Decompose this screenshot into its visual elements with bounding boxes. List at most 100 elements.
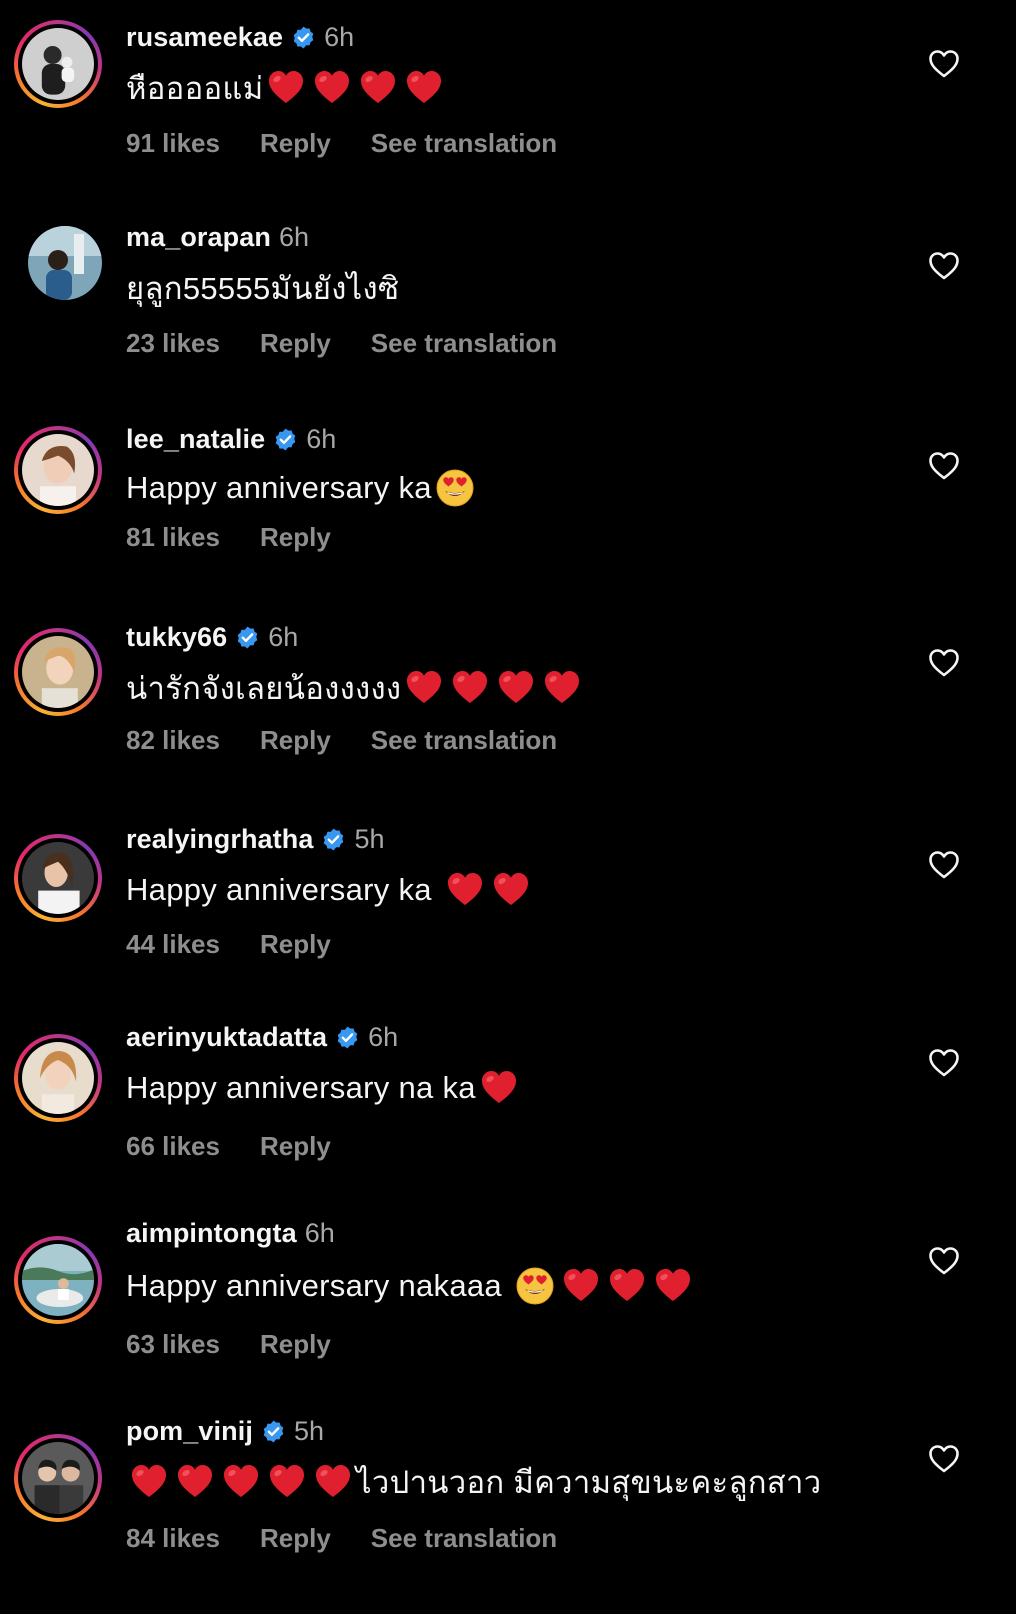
red-heart-emoji — [653, 1266, 693, 1306]
avatar[interactable] — [14, 426, 102, 514]
reply-button[interactable]: Reply — [260, 1329, 331, 1360]
comment-body: Happy anniversary ka — [126, 470, 432, 505]
likes-count[interactable]: 66 likes — [126, 1131, 220, 1162]
verified-badge-icon — [273, 427, 298, 452]
reply-button[interactable]: Reply — [260, 1131, 331, 1162]
avatar[interactable] — [14, 1434, 102, 1522]
verified-badge-icon — [235, 625, 260, 650]
comment-text: Happy anniversary ka — [126, 868, 534, 912]
likes-count[interactable]: 91 likes — [126, 128, 220, 159]
likes-count[interactable]: 82 likes — [126, 725, 220, 756]
comment-time: 6h — [368, 1021, 399, 1052]
red-heart-emoji — [175, 1462, 215, 1502]
like-heart-icon[interactable] — [928, 1048, 960, 1078]
red-heart-emoji — [221, 1462, 261, 1502]
heart-eyes-emoji — [515, 1266, 555, 1306]
comment-time: 5h — [354, 823, 385, 854]
comment-meta: 63 likes Reply — [126, 1328, 371, 1360]
comment-header: aerinyuktadatta 6h — [126, 1020, 398, 1054]
username[interactable]: aerinyuktadatta — [126, 1022, 327, 1053]
comment-meta: 66 likes Reply — [126, 1130, 371, 1162]
comment-item: aimpintongta 6h Happy anniversary nakaaa… — [0, 1218, 1016, 1412]
like-heart-icon[interactable] — [928, 451, 960, 481]
comment-item: tukky66 6h น่ารักจังเลยน้องงงงง 82 likes… — [0, 610, 1016, 800]
like-heart-icon[interactable] — [928, 648, 960, 678]
verified-badge-icon — [261, 1419, 286, 1444]
reply-button[interactable]: Reply — [260, 328, 331, 359]
avatar[interactable] — [14, 834, 102, 922]
like-heart-icon[interactable] — [928, 49, 960, 79]
comment-meta: 84 likes Reply See translation — [126, 1522, 597, 1554]
username[interactable]: rusameekae — [126, 22, 283, 53]
comment-header: ma_orapan 6h — [126, 220, 309, 254]
username[interactable]: realyingrhatha — [126, 824, 313, 855]
likes-count[interactable]: 81 likes — [126, 522, 220, 553]
comment-item: realyingrhatha 5h Happy anniversary ka 4… — [0, 816, 1016, 1006]
comment-body: Happy anniversary nakaaa — [126, 1268, 502, 1303]
red-heart-emoji — [542, 668, 582, 708]
comment-header: aimpintongta 6h — [126, 1216, 335, 1250]
heart-eyes-emoji — [435, 468, 475, 508]
comment-header: tukky66 6h — [126, 620, 298, 654]
comment-body: Happy anniversary ka — [126, 872, 432, 907]
likes-count[interactable]: 84 likes — [126, 1523, 220, 1554]
reply-button[interactable]: Reply — [260, 522, 331, 553]
verified-badge-icon — [335, 1025, 360, 1050]
avatar[interactable] — [14, 628, 102, 716]
red-heart-emoji — [404, 668, 444, 708]
likes-count[interactable]: 63 likes — [126, 1329, 220, 1360]
see-translation-button[interactable]: See translation — [371, 1523, 557, 1554]
see-translation-button[interactable]: See translation — [371, 128, 557, 159]
comment-item: pom_vinij 5h ไวปานวอก มีความสุขนะคะลูกสา… — [0, 1416, 1016, 1614]
red-heart-emoji — [358, 68, 398, 108]
red-heart-emoji — [312, 68, 352, 108]
avatar[interactable] — [14, 20, 102, 108]
red-heart-emoji — [313, 1462, 353, 1502]
comment-header: lee_natalie 6h — [126, 422, 336, 456]
reply-button[interactable]: Reply — [260, 1523, 331, 1554]
red-heart-emoji — [479, 1068, 519, 1108]
likes-count[interactable]: 23 likes — [126, 328, 220, 359]
comment-meta: 91 likes Reply See translation — [126, 127, 597, 159]
comment-meta: 82 likes Reply See translation — [126, 724, 597, 756]
like-heart-icon[interactable] — [928, 251, 960, 281]
comment-text: น่ารักจังเลยน้องงงงง — [126, 666, 585, 710]
username[interactable]: tukky66 — [126, 622, 227, 653]
reply-button[interactable]: Reply — [260, 128, 331, 159]
comment-meta: 44 likes Reply — [126, 928, 371, 960]
like-heart-icon[interactable] — [928, 850, 960, 880]
comment-header: rusameekae 6h — [126, 20, 354, 54]
like-heart-icon[interactable] — [928, 1246, 960, 1276]
username[interactable]: aimpintongta — [126, 1218, 297, 1249]
reply-button[interactable]: Reply — [260, 725, 331, 756]
see-translation-button[interactable]: See translation — [371, 328, 557, 359]
red-heart-emoji — [561, 1266, 601, 1306]
comment-time: 6h — [278, 221, 310, 252]
comment-text: หืออออแม่ — [126, 66, 447, 110]
avatar[interactable] — [14, 1236, 102, 1324]
red-heart-emoji — [266, 68, 306, 108]
comment-time: 6h — [324, 21, 355, 52]
comment-time: 6h — [306, 423, 337, 454]
verified-badge-icon — [291, 25, 316, 50]
reply-button[interactable]: Reply — [260, 929, 331, 960]
verified-badge-icon — [321, 827, 346, 852]
username[interactable]: ma_orapan — [126, 222, 271, 253]
red-heart-emoji — [445, 870, 485, 910]
username[interactable]: lee_natalie — [126, 424, 265, 455]
comment-meta: 81 likes Reply — [126, 521, 371, 553]
comment-text: ยุลูก55555มันยังไงซิ — [126, 266, 399, 310]
comment-body: ยุลูก55555มันยังไงซิ — [126, 271, 400, 306]
avatar[interactable] — [14, 1034, 102, 1122]
red-heart-emoji — [450, 668, 490, 708]
like-heart-icon[interactable] — [928, 1444, 960, 1474]
see-translation-button[interactable]: See translation — [371, 725, 557, 756]
comment-body: น่ารักจังเลยน้องงงงง — [126, 671, 402, 706]
username[interactable]: pom_vinij — [126, 1416, 253, 1447]
comment-time: 6h — [304, 1217, 335, 1248]
comment-text: Happy anniversary ka — [126, 466, 478, 510]
comment-item: ma_orapan 6h ยุลูก55555มันยังไงซิ 23 lik… — [0, 200, 1016, 390]
likes-count[interactable]: 44 likes — [126, 929, 220, 960]
avatar[interactable] — [28, 226, 102, 300]
comment-text: Happy anniversary na ka — [126, 1066, 522, 1110]
